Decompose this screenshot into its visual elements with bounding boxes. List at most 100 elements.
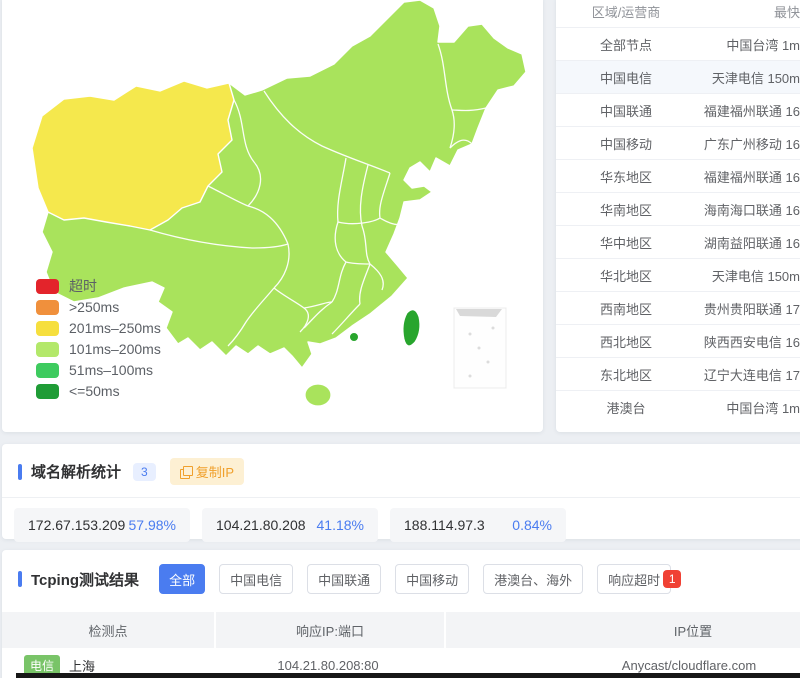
region-name: 华北地区 xyxy=(556,266,696,285)
ip-percentage: 57.98% xyxy=(129,517,176,533)
divider xyxy=(2,497,800,498)
legend-item: >250ms xyxy=(36,299,161,315)
timeout-count-badge: 1 xyxy=(663,570,681,588)
filter-label: 港澳台、海外 xyxy=(494,570,572,589)
table-row[interactable]: 东北地区 辽宁大连电信 17 xyxy=(556,357,800,390)
table-row[interactable]: 华南地区 海南海口联通 16 xyxy=(556,192,800,225)
table-row[interactable]: 中国联通 福建福州联通 16 xyxy=(556,93,800,126)
copy-ip-button[interactable]: 复制IP xyxy=(170,458,244,485)
legend-label: 超时 xyxy=(69,276,97,296)
legend-label: 101ms–200ms xyxy=(69,341,161,357)
filter-wrap: 中国电信 xyxy=(219,564,293,594)
legend-color-swatch xyxy=(36,384,59,399)
taiwan-region[interactable] xyxy=(403,310,420,346)
resolved-ip-chip: 188.114.97.3 0.84% xyxy=(390,508,566,542)
region-name: 西南地区 xyxy=(556,299,696,318)
carrier-filter-button[interactable]: 响应超时 xyxy=(597,564,671,594)
legend-item: 201ms–250ms xyxy=(36,320,161,336)
dns-stats-title: 域名解析统计 xyxy=(31,461,121,482)
filter-wrap: 港澳台、海外 xyxy=(483,564,583,594)
fastest-node-value: 贵州贵阳联通 17 xyxy=(696,299,800,318)
tcping-title: Tcping测试结果 xyxy=(31,569,139,590)
filter-label: 中国移动 xyxy=(406,570,458,589)
legend-item: 101ms–200ms xyxy=(36,341,161,357)
ip-percentage: 0.84% xyxy=(512,517,552,533)
fastest-node-value: 广东广州移动 16 xyxy=(696,134,800,153)
legend-label: >250ms xyxy=(69,299,119,315)
fastest-table-header: 区域/运营商 最快 xyxy=(556,0,800,27)
fastest-node-value: 中国台湾 1m xyxy=(696,35,800,54)
carrier-filter-button[interactable]: 中国电信 xyxy=(219,564,293,594)
ip-address: 104.21.80.208 xyxy=(216,517,306,533)
filter-label: 中国电信 xyxy=(230,570,282,589)
table-row[interactable]: 华中地区 湖南益阳联通 16 xyxy=(556,225,800,258)
table-row[interactable]: 港澳台 中国台湾 1m xyxy=(556,390,800,423)
table-row[interactable]: 中国移动 广东广州移动 16 xyxy=(556,126,800,159)
latency-map-panel: 超时 >250ms 201ms–250ms 101ms–200ms 51ms–1… xyxy=(2,0,543,432)
region-name: 华中地区 xyxy=(556,233,696,252)
fastest-node-value: 辽宁大连电信 17 xyxy=(696,365,800,384)
hongkong-region[interactable] xyxy=(350,333,359,342)
fastest-node-value: 中国台湾 1m xyxy=(696,398,800,417)
south-china-sea-inset xyxy=(454,308,506,388)
col-header-ip-location: IP位置 xyxy=(446,612,800,648)
latency-legend: 超时 >250ms 201ms–250ms 101ms–200ms 51ms–1… xyxy=(36,278,161,399)
table-row[interactable]: 西南地区 贵州贵阳联通 17 xyxy=(556,291,800,324)
legend-color-swatch xyxy=(36,321,59,336)
fastest-node-value: 天津电信 150m xyxy=(696,68,800,87)
fastest-node-value: 福建福州联通 16 xyxy=(696,167,800,186)
legend-item: <=50ms xyxy=(36,383,161,399)
tcping-header: Tcping测试结果 全部 中国电信 中国联通 xyxy=(2,550,800,606)
fastest-node-value: 福建福州联通 16 xyxy=(696,101,800,120)
region-name: 西北地区 xyxy=(556,332,696,351)
fastest-node-value: 天津电信 150m xyxy=(696,266,800,285)
filter-label: 中国联通 xyxy=(318,570,370,589)
filter-wrap: 响应超时 1 xyxy=(597,564,681,594)
legend-label: 201ms–250ms xyxy=(69,320,161,336)
legend-item: 51ms–100ms xyxy=(36,362,161,378)
accent-bar xyxy=(18,464,22,480)
table-row[interactable]: 华东地区 福建福州联通 16 xyxy=(556,159,800,192)
response-ip-port: 104.21.80.208:80 xyxy=(214,658,442,673)
carrier-filter-button[interactable]: 中国移动 xyxy=(395,564,469,594)
carrier-filter-button[interactable]: 港澳台、海外 xyxy=(483,564,583,594)
table-row[interactable]: 中国电信 天津电信 150m xyxy=(556,60,800,93)
legend-item: 超时 xyxy=(36,278,161,294)
table-row[interactable]: 西北地区 陕西西安电信 16 xyxy=(556,324,800,357)
carrier-filter-group: 全部 中国电信 中国联通 中国移动 xyxy=(159,564,681,594)
region-name: 华南地区 xyxy=(556,200,696,219)
region-name: 中国电信 xyxy=(556,68,696,87)
dns-stats-panel: 域名解析统计 3 复制IP 172.67.153.209 57.98% 104.… xyxy=(2,444,800,539)
ip-address: 172.67.153.209 xyxy=(28,517,125,533)
legend-color-swatch xyxy=(36,363,59,378)
carrier-filter-button[interactable]: 中国联通 xyxy=(307,564,381,594)
resolved-ip-list: 172.67.153.209 57.98% 104.21.80.208 41.1… xyxy=(14,508,800,542)
filter-wrap: 中国移动 xyxy=(395,564,469,594)
copy-ip-label: 复制IP xyxy=(196,462,234,481)
hainan-region[interactable] xyxy=(305,384,331,406)
region-name: 中国联通 xyxy=(556,101,696,120)
accent-bar xyxy=(18,571,22,587)
col-header-node: 检测点 xyxy=(2,612,214,648)
legend-label: <=50ms xyxy=(69,383,120,399)
resolved-ip-chip: 104.21.80.208 41.18% xyxy=(202,508,378,542)
legend-label: 51ms–100ms xyxy=(69,362,153,378)
bottom-dark-strip xyxy=(16,673,800,678)
carrier-filter-button[interactable]: 全部 xyxy=(159,564,205,594)
copy-icon xyxy=(180,466,191,477)
tcping-results-panel: Tcping测试结果 全部 中国电信 中国联通 xyxy=(2,550,800,678)
region-column-header: 区域/运营商 xyxy=(556,2,696,21)
fastest-column-header: 最快 xyxy=(696,2,800,21)
fastest-node-value: 陕西西安电信 16 xyxy=(696,332,800,351)
legend-color-swatch xyxy=(36,279,59,294)
filter-wrap: 中国联通 xyxy=(307,564,381,594)
tcping-table-header: 检测点 响应IP:端口 IP位置 xyxy=(2,612,800,648)
region-name: 全部节点 xyxy=(556,35,696,54)
table-row[interactable]: 全部节点 中国台湾 1m xyxy=(556,27,800,60)
table-row[interactable]: 华北地区 天津电信 150m xyxy=(556,258,800,291)
ip-address: 188.114.97.3 xyxy=(404,517,485,533)
dns-stats-header: 域名解析统计 3 复制IP xyxy=(2,444,800,497)
fastest-node-value: 湖南益阳联通 16 xyxy=(696,233,800,252)
ip-count-badge: 3 xyxy=(133,463,156,481)
ip-percentage: 41.18% xyxy=(317,517,364,533)
